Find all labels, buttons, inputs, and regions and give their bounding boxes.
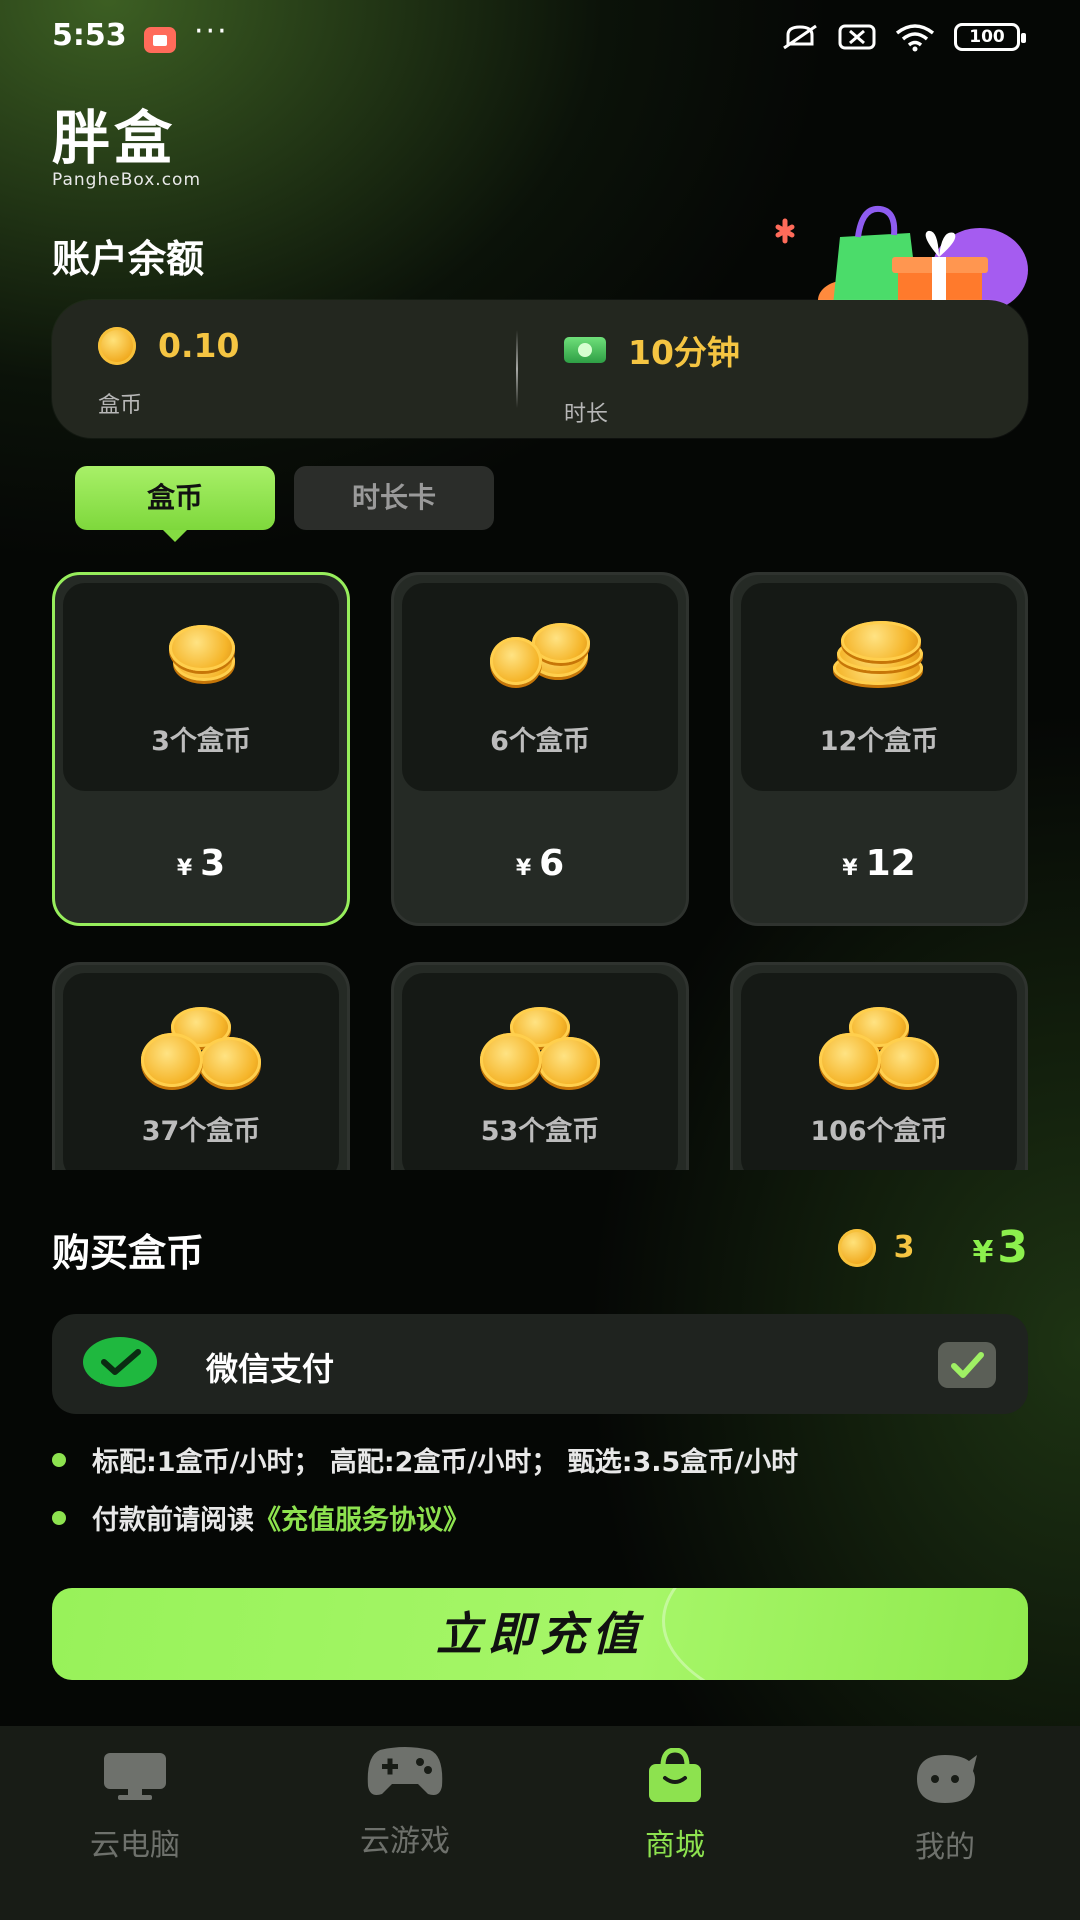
product-price: ¥3 bbox=[176, 843, 226, 884]
nav-label: 商城 bbox=[645, 1828, 705, 1863]
status-bar: 5:53 ··· 100 bbox=[0, 0, 1080, 80]
product-card-top: 12个盒币 bbox=[741, 583, 1017, 791]
coin-balance-label: 盒币 bbox=[98, 393, 143, 418]
coin-stack-icon bbox=[141, 1007, 261, 1087]
bullet-dot bbox=[52, 1510, 66, 1525]
product-card-top: 6个盒币 bbox=[402, 583, 678, 791]
product-grid: 3个盒币 ¥3 6个盒币 ¥6 12个盒币 ¥12 37个盒币 53个盒币 10… bbox=[52, 572, 1028, 1170]
coin-balance-value: 0.10 bbox=[158, 326, 240, 365]
bottom-nav: 云电脑 云游戏 商城 我的 bbox=[0, 1726, 1080, 1920]
monitor-icon bbox=[104, 1753, 166, 1800]
coin-balance: 0.10 盒币 bbox=[98, 326, 239, 419]
agreement-note: 付款前请阅读 《充值服务协议》 bbox=[52, 1498, 470, 1537]
status-icons: 100 bbox=[780, 22, 1026, 52]
product-card-12[interactable]: 12个盒币 ¥12 bbox=[730, 572, 1028, 926]
product-amount: 12个盒币 bbox=[819, 726, 939, 757]
time-balance-label: 时长 bbox=[564, 402, 609, 427]
recharge-now-button[interactable]: 立即充值 bbox=[52, 1588, 1028, 1680]
nav-store[interactable]: 商城 bbox=[540, 1744, 810, 1864]
nav-label: 云电脑 bbox=[90, 1828, 180, 1863]
status-time: 5:53 bbox=[52, 18, 127, 53]
wifi-icon bbox=[895, 24, 935, 52]
logo-subtitle: PangheBox.com bbox=[52, 170, 202, 190]
logo-mark: 胖盒 bbox=[52, 104, 177, 172]
tab-coins[interactable]: 盒币 bbox=[75, 466, 275, 542]
product-card-3[interactable]: 3个盒币 ¥3 bbox=[52, 572, 350, 926]
coin-stack-icon bbox=[141, 617, 261, 697]
no-sim-icon bbox=[838, 24, 876, 50]
shopping-gift-illustration bbox=[775, 205, 1028, 315]
coin-stack-icon bbox=[819, 617, 939, 697]
product-card-top: 3个盒币 bbox=[63, 583, 339, 791]
profile-face-icon bbox=[917, 1755, 977, 1803]
notification-app-icon bbox=[144, 27, 176, 53]
balance-card: 0.10 盒币 10分钟 时长 bbox=[52, 300, 1028, 438]
coin-icon bbox=[98, 326, 136, 365]
product-card-top: 37个盒币 bbox=[63, 973, 339, 1170]
product-amount: 53个盒币 bbox=[480, 1116, 600, 1147]
nav-profile[interactable]: 我的 bbox=[810, 1746, 1080, 1866]
coin-stack-icon bbox=[480, 1007, 600, 1087]
wechat-pay-icon bbox=[83, 1337, 157, 1387]
product-card-6[interactable]: 6个盒币 ¥6 bbox=[391, 572, 689, 926]
agreement-prefix: 付款前请阅读 bbox=[92, 1505, 254, 1536]
balance-divider bbox=[516, 330, 518, 408]
coin-icon bbox=[837, 1228, 876, 1267]
wechat-pay-option[interactable]: 微信支付 bbox=[52, 1314, 1028, 1414]
tab-time-card[interactable]: 时长卡 bbox=[294, 466, 494, 530]
buy-summary: 3 ¥3 bbox=[837, 1222, 1029, 1273]
battery-indicator: 100 bbox=[954, 23, 1026, 51]
time-balance: 10分钟 时长 bbox=[564, 326, 740, 428]
coin-stack-icon bbox=[819, 1007, 939, 1087]
product-card-53[interactable]: 53个盒币 bbox=[391, 962, 689, 1170]
nav-label: 云游戏 bbox=[360, 1824, 450, 1859]
buy-coin-count: 3 bbox=[893, 1230, 915, 1265]
product-amount: 3个盒币 bbox=[151, 726, 251, 757]
nav-cloud-game[interactable]: 云游戏 bbox=[270, 1740, 540, 1860]
product-amount: 6个盒币 bbox=[490, 726, 590, 757]
status-more: ··· bbox=[194, 14, 229, 49]
buy-total-price: ¥3 bbox=[972, 1222, 1029, 1273]
product-card-106[interactable]: 106个盒币 bbox=[730, 962, 1028, 1170]
shopping-bag-icon bbox=[649, 1748, 701, 1802]
account-balance-title: 账户余额 bbox=[52, 237, 205, 281]
time-balance-value: 10分钟 bbox=[628, 333, 740, 372]
nav-cloud-pc[interactable]: 云电脑 bbox=[0, 1744, 270, 1864]
mute-icon bbox=[783, 24, 817, 50]
wechat-pay-label: 微信支付 bbox=[206, 1350, 335, 1388]
buy-coins-title: 购买盒币 bbox=[52, 1231, 205, 1275]
product-price: ¥6 bbox=[515, 843, 565, 884]
coin-stack-icon bbox=[480, 617, 600, 697]
check-icon bbox=[951, 1352, 984, 1378]
service-agreement-link[interactable]: 《充值服务协议》 bbox=[254, 1498, 470, 1537]
gamepad-icon bbox=[367, 1747, 443, 1795]
product-amount: 37个盒币 bbox=[141, 1116, 261, 1147]
payment-checkbox[interactable] bbox=[938, 1342, 996, 1388]
product-card-top: 53个盒币 bbox=[402, 973, 678, 1170]
pricing-note-text: 标配:1盒币/小时； 高配:2盒币/小时； 甄选:3.5盒币/小时 bbox=[92, 1447, 799, 1478]
nav-label: 我的 bbox=[915, 1830, 975, 1865]
time-card-icon bbox=[564, 337, 606, 363]
app-logo: 胖盒 PangheBox.com bbox=[52, 108, 201, 190]
product-card-top: 106个盒币 bbox=[741, 973, 1017, 1170]
product-price: ¥12 bbox=[842, 843, 916, 884]
pricing-note: 标配:1盒币/小时； 高配:2盒币/小时； 甄选:3.5盒币/小时 bbox=[52, 1440, 798, 1479]
product-card-37[interactable]: 37个盒币 bbox=[52, 962, 350, 1170]
product-amount: 106个盒币 bbox=[810, 1116, 948, 1147]
bullet-dot bbox=[52, 1452, 66, 1467]
